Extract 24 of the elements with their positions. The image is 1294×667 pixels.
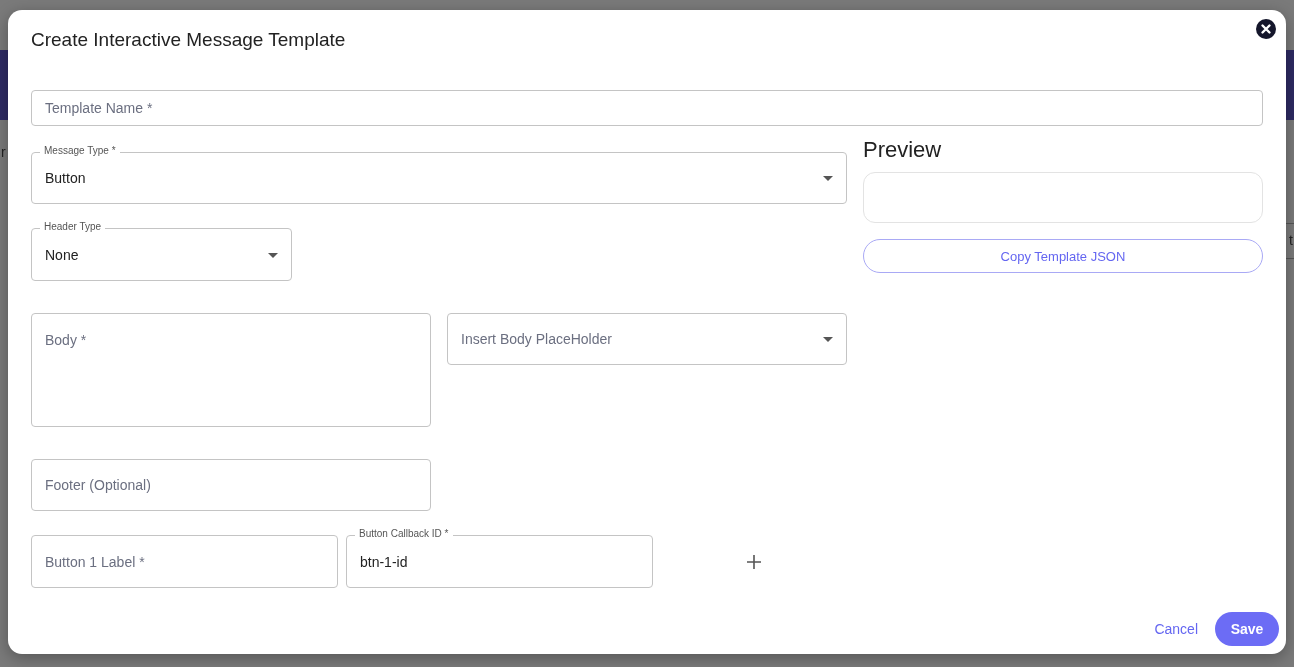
page-text: r [1, 144, 6, 160]
preview-title: Preview [863, 138, 943, 162]
select-placeholder: Insert Body PlaceHolder [461, 331, 612, 347]
page-text: t [1289, 232, 1293, 248]
field-value: None [45, 246, 79, 263]
cancel-button[interactable]: Cancel [1149, 621, 1203, 637]
footer-field[interactable]: Footer (Optional) [31, 459, 431, 511]
body-field[interactable]: Body * [31, 313, 431, 427]
field-value: btn-1-id [360, 553, 408, 570]
field-value: Button [45, 170, 86, 186]
caret-icon [823, 176, 833, 181]
caret-icon [823, 337, 833, 342]
template-name-field[interactable]: Template Name * [31, 90, 1263, 126]
copy-json-button[interactable]: Copy Template JSON [863, 239, 1263, 273]
save-button[interactable]: Save [1215, 612, 1279, 646]
dialog-title: Create Interactive Message Template [31, 29, 346, 51]
field-label: Button Callback ID * [355, 528, 453, 540]
button-label-field[interactable]: Button 1 Label * [31, 535, 338, 588]
add-icon[interactable] [747, 554, 761, 569]
close-icon[interactable] [1256, 19, 1276, 39]
field-label: Header Type [40, 221, 106, 233]
placeholder-select[interactable]: Insert Body PlaceHolder [447, 313, 847, 365]
caret-icon [268, 252, 278, 258]
field-label: Message Type * [40, 145, 120, 157]
